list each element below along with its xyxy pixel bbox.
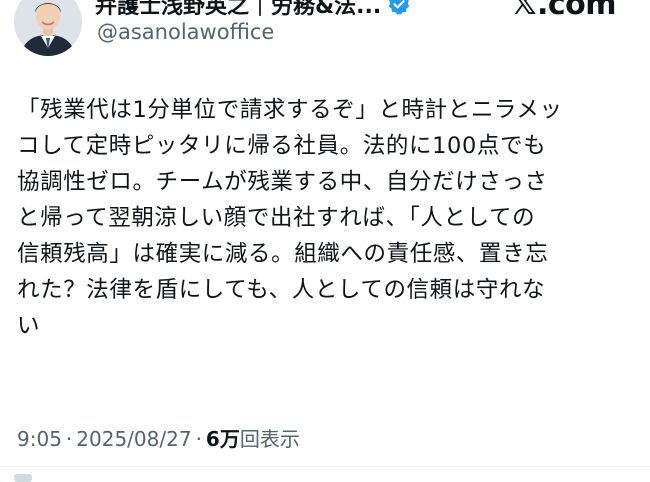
tweet-text: 「残業代は1分単位で請求するぞ」と時計とニラメッ コして定時ピッタリに帰る社員。…: [17, 92, 639, 344]
tweet-line: 「残業代は1分単位で請求するぞ」と時計とニラメッ: [17, 97, 563, 123]
tweet-line: 信頼残高」は確実に減る。組織への責任感、置き忘: [17, 241, 549, 267]
handle[interactable]: @asanolawoffice: [97, 20, 274, 44]
divider: [0, 466, 650, 467]
avatar-photo: [14, 0, 82, 56]
meta-separator: ·: [195, 427, 202, 451]
meta-separator: ·: [65, 427, 73, 451]
views-count: 6万: [205, 427, 240, 451]
tweet-line: と帰って翌朝涼しい顔で出社すれば、「人としての: [17, 205, 536, 231]
views-label: 回表示: [239, 427, 300, 451]
tweet-line: コして定時ピッタリに帰る社員。法的に100点でも: [17, 133, 547, 159]
display-name[interactable]: 弁護士浅野英之｜労務&法...: [95, 0, 381, 20]
tweet-date[interactable]: 2025/08/27: [76, 427, 191, 451]
tweet-time[interactable]: 9:05: [17, 427, 62, 451]
author-row: 弁護士浅野英之｜労務&法...: [95, 0, 411, 20]
x-logo-icon: 𝕏: [511, 0, 536, 22]
avatar[interactable]: [14, 0, 82, 56]
brand-watermark: 𝕏.com: [511, 0, 616, 22]
tweet-line: 協調性ゼロ。チームが残業する中、自分だけさっさ: [17, 169, 548, 195]
next-row-edge: [14, 474, 32, 482]
brand-text: .com: [536, 0, 617, 22]
tweet-line: れた？法律を盾にしても、人としての信頼は守れな: [17, 277, 546, 303]
tweet-meta: 9:05 · 2025/08/27 · 6万回表示: [17, 423, 300, 452]
tweet-line: い: [17, 313, 41, 339]
verified-badge-icon: [387, 0, 411, 16]
